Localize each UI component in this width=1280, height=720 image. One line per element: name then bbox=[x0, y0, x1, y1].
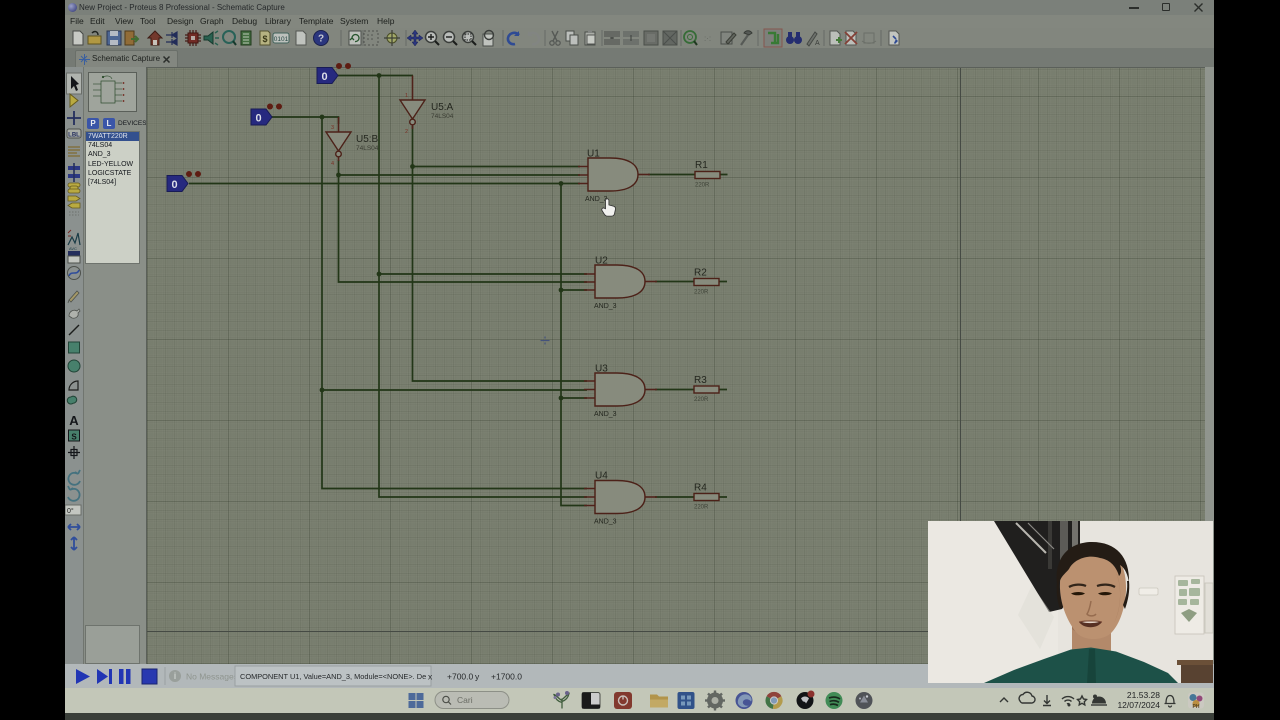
svg-text:2: 2 bbox=[405, 129, 408, 135]
svg-text:220R: 220R bbox=[695, 183, 710, 189]
svg-text:220R: 220R bbox=[694, 290, 709, 296]
svg-text:4: 4 bbox=[331, 161, 334, 167]
svg-text:R3: R3 bbox=[694, 375, 707, 386]
svg-text:R1: R1 bbox=[695, 160, 708, 171]
svg-text:R4: R4 bbox=[694, 483, 707, 494]
svg-text:0: 0 bbox=[255, 113, 261, 125]
svg-text:220R: 220R bbox=[694, 397, 709, 403]
svg-text:i: i bbox=[174, 671, 177, 681]
svg-text:1: 1 bbox=[405, 93, 408, 99]
svg-text:21.53.28: 21.53.28 bbox=[1127, 690, 1160, 700]
svg-text:AND_3: AND_3 bbox=[594, 411, 617, 418]
svg-text:74LS04: 74LS04 bbox=[431, 113, 454, 120]
svg-text:3: 3 bbox=[331, 125, 334, 131]
svg-text:No Messages: No Messages bbox=[186, 672, 238, 682]
svg-text:x: x bbox=[428, 672, 433, 682]
svg-text:y: y bbox=[475, 672, 480, 682]
svg-text:AND_3: AND_3 bbox=[594, 519, 617, 526]
svg-text:U2: U2 bbox=[595, 256, 608, 267]
svg-text:AND_3: AND_3 bbox=[594, 303, 617, 310]
svg-text:0: 0 bbox=[321, 71, 327, 83]
svg-text:U5:B: U5:B bbox=[356, 134, 379, 145]
svg-text:U5:A: U5:A bbox=[431, 102, 454, 113]
svg-text:+700.0: +700.0 bbox=[447, 672, 474, 682]
svg-text:74LS04: 74LS04 bbox=[356, 145, 379, 152]
svg-text:R2: R2 bbox=[694, 268, 707, 279]
svg-text:PH: PH bbox=[1193, 704, 1200, 710]
svg-text:U3: U3 bbox=[595, 364, 608, 375]
svg-text:220R: 220R bbox=[694, 505, 709, 511]
svg-text:+1700.0: +1700.0 bbox=[491, 672, 522, 682]
svg-text:COMPONENT U1, Value=AND_3, Mod: COMPONENT U1, Value=AND_3, Module=<NONE>… bbox=[240, 672, 426, 681]
svg-text:U4: U4 bbox=[595, 471, 608, 482]
svg-text:U1: U1 bbox=[587, 149, 600, 160]
svg-text:Cari: Cari bbox=[457, 695, 473, 705]
svg-text:AND_3: AND_3 bbox=[585, 196, 608, 203]
svg-text:12/07/2024: 12/07/2024 bbox=[1117, 700, 1160, 710]
svg-text:0: 0 bbox=[171, 179, 177, 191]
